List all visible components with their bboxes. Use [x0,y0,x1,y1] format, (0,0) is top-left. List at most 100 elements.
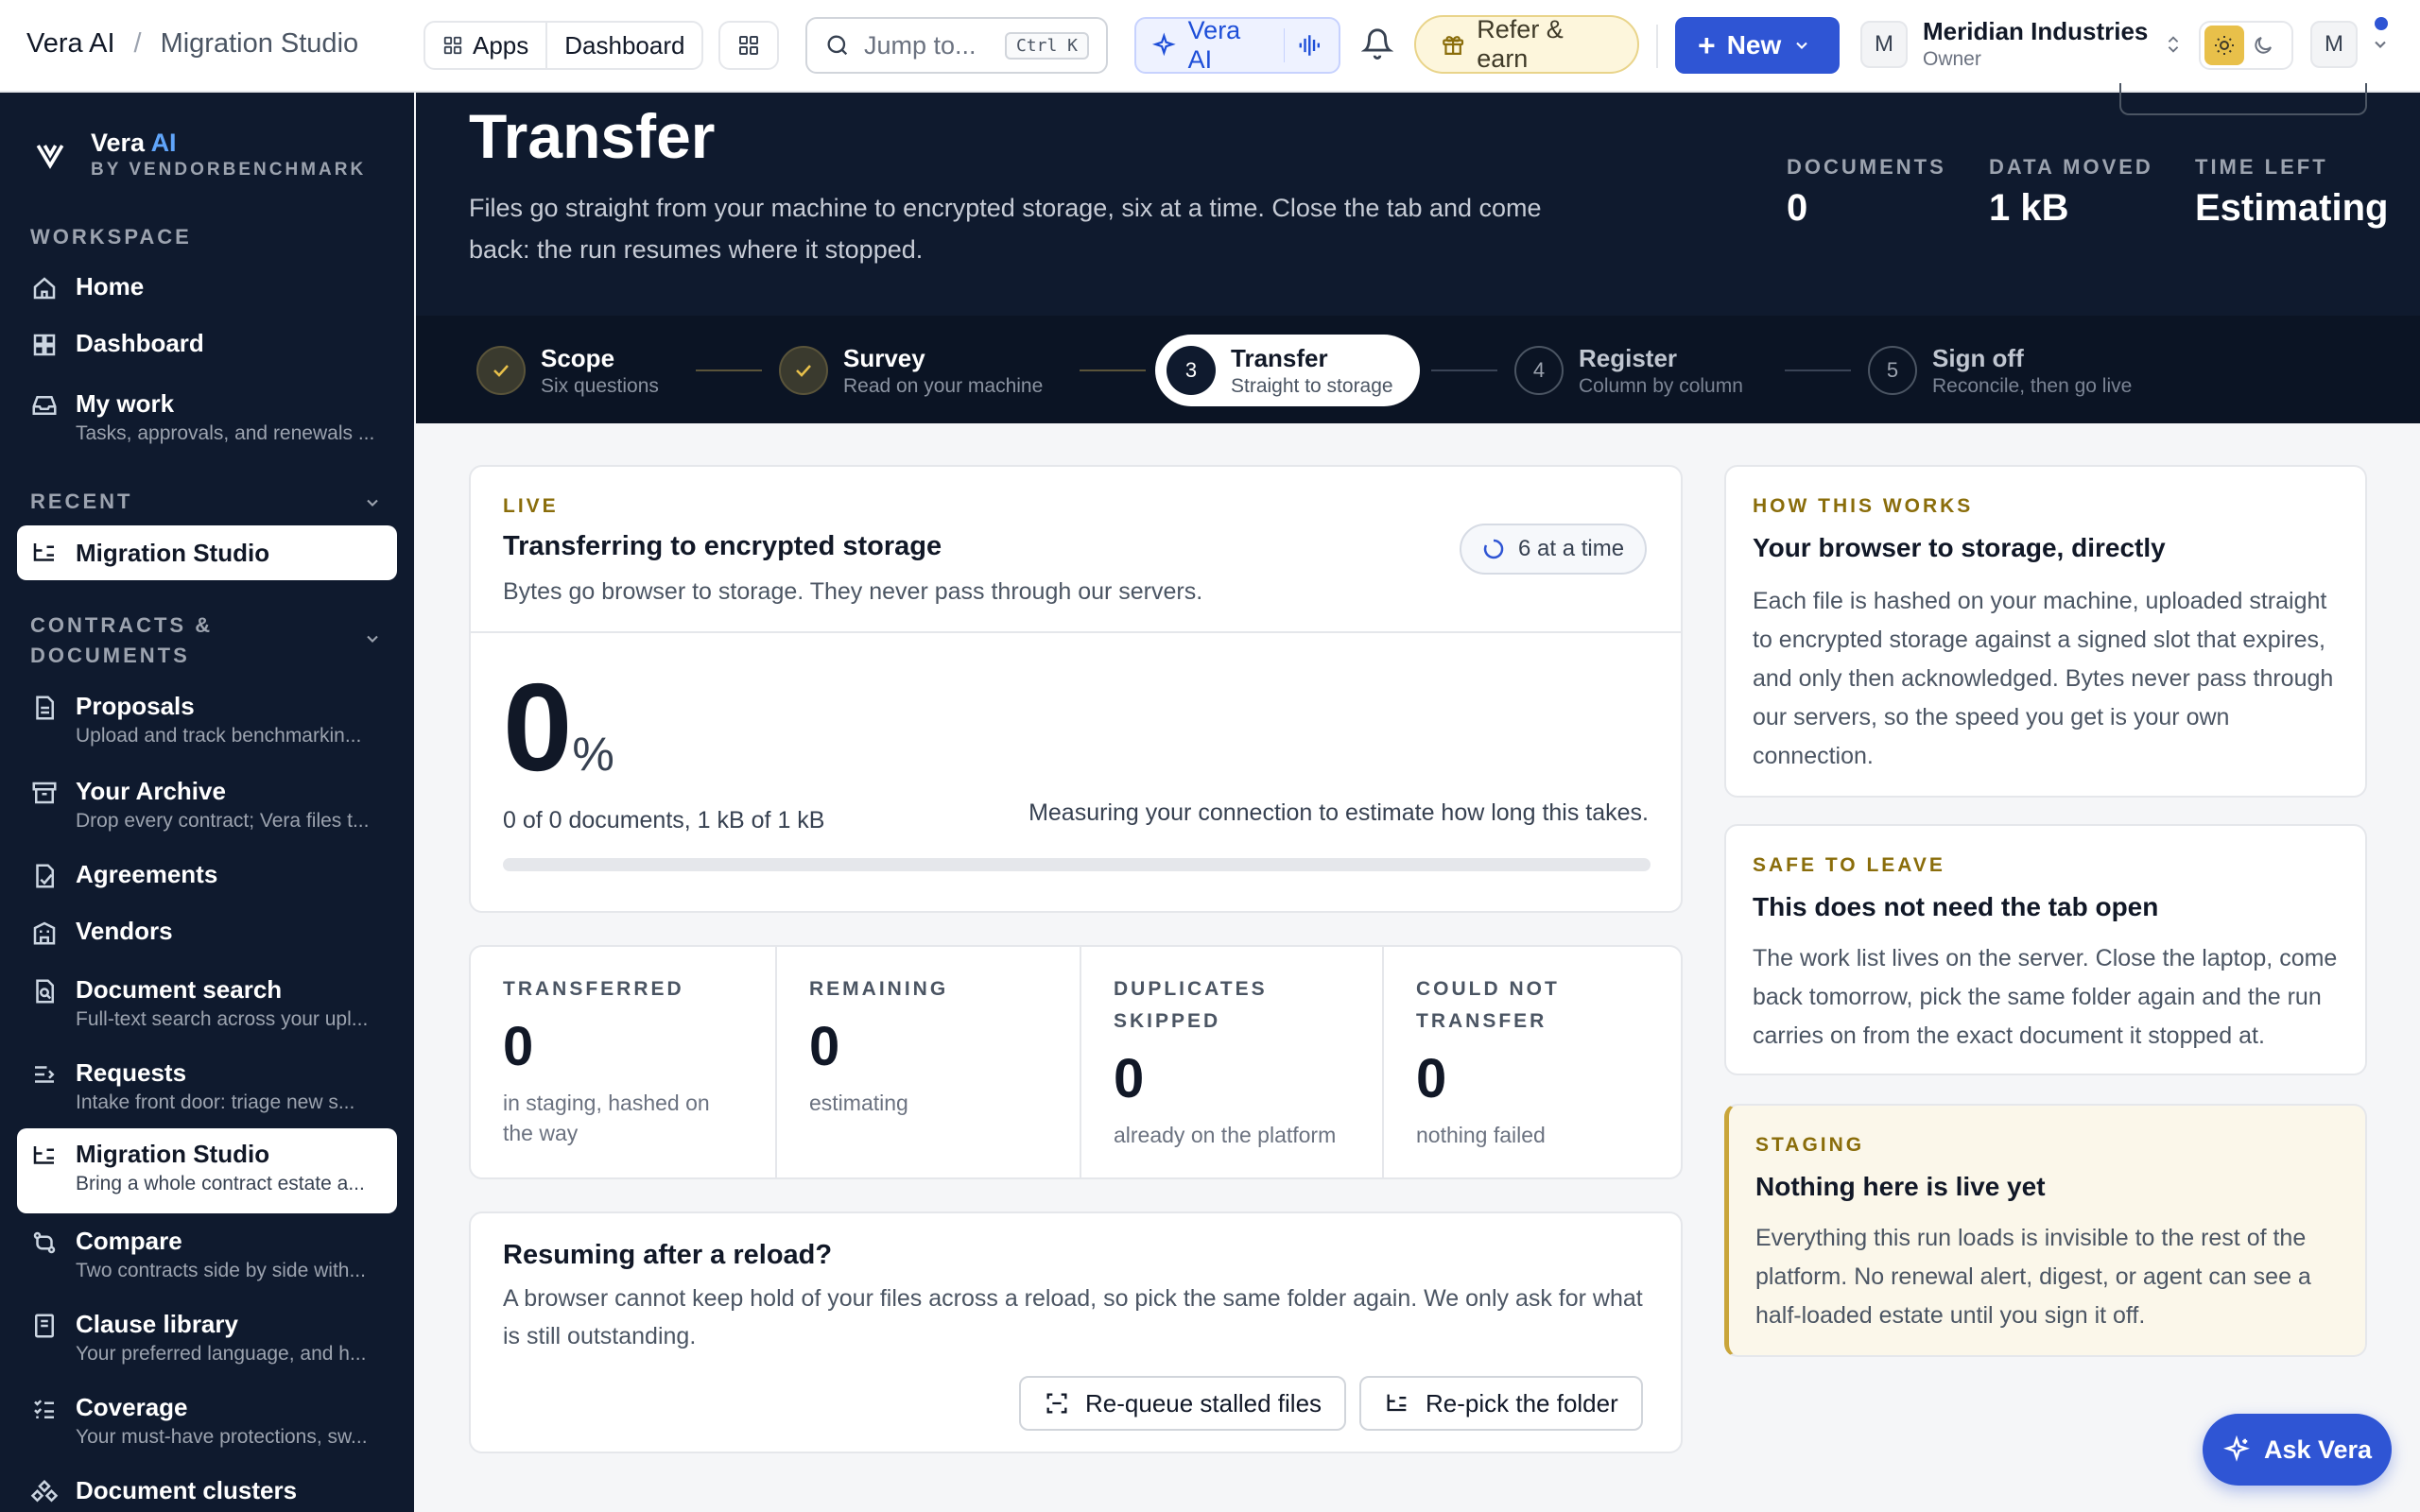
card-eyebrow: STAGING [1755,1134,1865,1156]
card-title: Transferring to encrypted storage [503,531,942,561]
dashboard-icon [33,334,56,356]
sidebar-item-sub: Upload and track benchmarkin... [76,725,362,747]
section-contracts[interactable]: CONTRACTS & DOCUMENTS [30,610,213,671]
info-card-how: HOW THIS WORKS Your browser to storage, … [1724,465,2367,798]
check-icon [779,346,828,395]
section-recent[interactable]: RECENT [30,490,132,514]
info-card-staging: STAGING Nothing here is live yet Everyth… [1724,1104,2367,1357]
step-title: Scope [541,343,615,372]
step-survey[interactable]: Survey Read on your machine [779,335,1043,406]
card-title: Your browser to storage, directly [1753,533,2166,562]
step-scope[interactable]: Scope Six questions [476,335,659,406]
org-switcher[interactable]: M Meridian Industries Owner [1860,17,2184,71]
bell-icon[interactable] [1361,26,1393,60]
theme-toggle[interactable] [2199,21,2293,70]
metric-documents: DOCUMENTS 0 [1787,155,1946,230]
search-icon [827,35,848,56]
repick-folder-button[interactable]: Re-pick the folder [1359,1376,1643,1431]
sidebar-item-label: Migration Studio [76,1140,270,1168]
sidebar-item-sub: Drop every contract; Vera files t... [76,810,370,832]
sidebar-item-my-work[interactable]: My work Tasks, approvals, and renewals ..… [17,389,397,455]
apps-label: Apps [473,30,529,60]
chevron-down-icon[interactable] [363,493,382,512]
layout-button[interactable] [718,21,779,70]
step-register[interactable]: 4 Register Column by column [1514,335,1743,406]
card-eyebrow: HOW THIS WORKS [1753,495,1974,517]
sidebar-item-coverage[interactable]: Coverage Your must-have protections, sw..… [17,1393,397,1459]
apps-button[interactable]: Apps [425,23,545,68]
sidebar-item-sub: Your preferred language, and h... [76,1343,367,1365]
brand-name: Vera [91,129,146,157]
page-description: Files go straight from your machine to e… [469,194,1542,264]
notification-dot [2375,17,2388,30]
brand-ai: AI [150,129,177,157]
step-sub: Straight to storage [1231,374,1393,397]
metric-label: DOCUMENTS [1787,155,1946,179]
sidebar-item-vendors[interactable]: Vendors [17,917,397,958]
compare-icon [33,1231,56,1254]
sidebar-item-proposals[interactable]: Proposals Upload and track benchmarkin... [17,692,397,758]
jump-search[interactable]: Jump to... Ctrl K [805,17,1108,74]
voice-wave-icon[interactable] [1296,31,1323,60]
org-role: Owner [1923,48,1981,70]
step-sign-off[interactable]: 5 Sign off Reconcile, then go live [1868,335,2132,406]
progress-bar [503,858,1651,871]
step-sub: Read on your machine [843,374,1044,397]
concurrency-badge: 6 at a time [1460,524,1648,575]
sidebar-item-archive[interactable]: Your Archive Drop every contract; Vera fi… [17,777,397,843]
sidebar-item-agreements[interactable]: Agreements [17,860,397,902]
section-contracts-line2: DOCUMENTS [30,644,190,667]
refer-earn-button[interactable]: Refer & earn [1414,15,1639,74]
pause-run-button[interactable] [2119,83,2367,115]
sidebar-item-dashboard[interactable]: Dashboard [17,329,397,370]
sidebar-item-sub: Bring a whole contract estate a... [76,1173,365,1194]
step-sub: Six questions [541,374,659,397]
stats-card: TRANSFERRED 0 in staging, hashed on the … [469,945,1683,1179]
chevron-down-icon [1796,42,1808,49]
sidebar-item-compare[interactable]: Compare Two contracts side by side with..… [17,1227,397,1293]
sun-icon[interactable] [2204,26,2244,65]
brand[interactable]: Vera AI BY VENDORBENCHMARK [34,129,366,180]
stat-desc: estimating [809,1091,908,1115]
step-transfer[interactable]: 3 Transfer Straight to storage [1155,335,1420,406]
breadcrumb: Vera AI / Migration Studio [26,28,358,60]
sidebar-item-home[interactable]: Home [17,272,397,314]
ask-vera-button[interactable]: Ask Vera [2203,1414,2392,1486]
sidebar-item-document-clusters[interactable]: Document clusters [17,1476,397,1512]
step-sub: Column by column [1579,374,1743,397]
sidebar-item-document-search[interactable]: Document search Full-text search across y… [17,975,397,1041]
stat-value: 0 [1416,1048,1447,1109]
stat-value: 0 [503,1016,534,1077]
card-title: Nothing here is live yet [1755,1172,2046,1201]
moon-icon[interactable] [2252,34,2274,57]
stat-label: REMAINING [809,978,949,1000]
stat-desc: nothing failed [1416,1123,1546,1147]
new-button[interactable]: + New [1675,17,1840,74]
metric-data-moved: DATA MOVED 1 kB [1989,155,2153,230]
layout-grid-icon [739,36,758,55]
breadcrumb-root[interactable]: Vera AI [26,28,115,60]
step-progress: Scope Six questions Survey Read on your ma… [416,316,2420,423]
sidebar-item-clause-library[interactable]: Clause library Your preferred language, a… [17,1310,397,1376]
sidebar-item-label: Requests [76,1058,187,1087]
requeue-button[interactable]: Re-queue stalled files [1019,1376,1347,1431]
progress-summary: 0 of 0 documents, 1 kB of 1 kB [503,807,825,833]
page-title: Transfer [469,101,716,171]
vera-ai-button[interactable]: Vera AI [1134,16,1340,74]
step-title: Survey [843,343,925,372]
recent-item-migration-studio[interactable]: Migration Studio [17,525,397,580]
requeue-label: Re-queue stalled files [1085,1388,1322,1418]
step-title: Sign off [1932,343,2024,372]
metric-label: DATA MOVED [1989,155,2153,179]
metric-value: 0 [1787,187,1808,229]
sidebar-item-requests[interactable]: Requests Intake front door: triage new s.… [17,1058,397,1125]
folder-tree-icon [1387,1394,1407,1412]
sidebar-item-label: Clause library [76,1310,238,1338]
sidebar-item-migration-studio[interactable]: Migration Studio Bring a whole contract e… [17,1128,397,1213]
dashboard-button[interactable]: Dashboard [545,23,701,68]
step-title: Register [1579,343,1678,372]
ask-vera-label: Ask Vera [2263,1435,2373,1464]
migration-icon [33,543,54,561]
building-icon [33,921,56,945]
chevron-down-icon[interactable] [363,629,382,648]
